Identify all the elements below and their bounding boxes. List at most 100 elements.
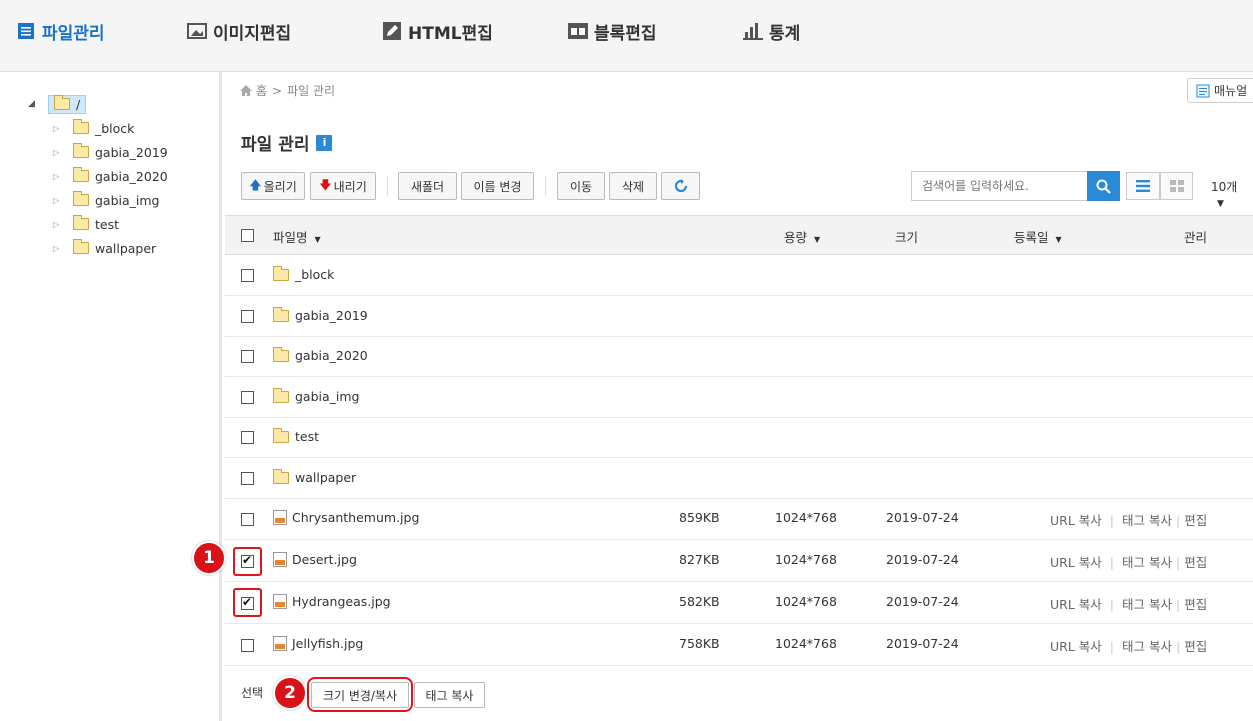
- per-page-select[interactable]: 10개 ▼: [1211, 178, 1253, 209]
- grid-view-button[interactable]: [1160, 172, 1193, 200]
- table-row[interactable]: gabia_2019: [225, 296, 1253, 337]
- upload-button[interactable]: 🡅 올리기: [241, 172, 305, 200]
- row-checkbox[interactable]: [241, 310, 254, 323]
- file-name-cell[interactable]: Desert.jpg: [273, 552, 357, 567]
- expand-icon[interactable]: ▷: [53, 220, 63, 229]
- edit-link[interactable]: 편집: [1184, 639, 1207, 654]
- expand-icon[interactable]: ▷: [53, 244, 63, 253]
- table-row[interactable]: Jellyfish.jpg 758KB 1024*768 2019-07-24 …: [225, 624, 1253, 666]
- tree-item[interactable]: ▷ wallpaper: [53, 237, 156, 259]
- file-name-cell[interactable]: Chrysanthemum.jpg: [273, 510, 419, 525]
- column-capacity-label: 용량: [784, 230, 808, 245]
- rename-button[interactable]: 이름 변경: [461, 172, 534, 200]
- file-date: 2019-07-24: [886, 510, 959, 525]
- column-name[interactable]: 파일명 ▼: [273, 227, 321, 246]
- column-name-label: 파일명: [273, 230, 308, 245]
- selection-label: 선택: [241, 686, 264, 700]
- table-row[interactable]: _block: [225, 255, 1253, 296]
- folder-name-cell[interactable]: wallpaper: [273, 468, 357, 485]
- new-folder-button[interactable]: 새폴더: [398, 172, 457, 200]
- row-checkbox[interactable]: [241, 513, 254, 526]
- table-header: 파일명 ▼ 용량 ▼ 크기 등록일 ▼ 관리: [225, 215, 1253, 255]
- url-copy-link[interactable]: URL 복사: [1050, 639, 1102, 654]
- jpg-file-icon: [273, 552, 287, 567]
- expand-icon[interactable]: ▷: [53, 148, 63, 157]
- nav-image-edit[interactable]: 이미지편집: [187, 18, 291, 44]
- url-copy-link[interactable]: URL 복사: [1050, 555, 1102, 570]
- folder-name-cell[interactable]: _block: [273, 265, 334, 282]
- expand-icon[interactable]: ▷: [53, 196, 63, 205]
- tree-item-label: wallpaper: [95, 240, 157, 256]
- file-name-cell[interactable]: Hydrangeas.jpg: [273, 594, 391, 609]
- table-row[interactable]: gabia_2020: [225, 336, 1253, 377]
- tree-root[interactable]: ◢ /: [28, 93, 87, 115]
- tree-item[interactable]: ▷ _block: [53, 117, 134, 139]
- file-name: Chrysanthemum.jpg: [292, 510, 420, 525]
- folder-icon: [73, 143, 89, 158]
- url-copy-link[interactable]: URL 복사: [1050, 513, 1102, 528]
- row-checkbox[interactable]: [241, 391, 254, 404]
- edit-link[interactable]: 편집: [1184, 513, 1207, 528]
- table-row[interactable]: test: [225, 417, 1253, 458]
- expand-icon[interactable]: ▷: [53, 172, 63, 181]
- expand-icon[interactable]: ▷: [53, 124, 63, 133]
- manual-button[interactable]: 매뉴얼: [1187, 78, 1253, 103]
- nav-statistics[interactable]: 통계: [743, 18, 800, 44]
- table-row[interactable]: Chrysanthemum.jpg 859KB 1024*768 2019-07…: [225, 498, 1253, 540]
- row-checkbox[interactable]: [241, 350, 254, 363]
- page-title: 파일 관리 i: [241, 130, 333, 155]
- row-checkbox[interactable]: [241, 472, 254, 485]
- folder-name-cell[interactable]: gabia_2020: [273, 346, 368, 363]
- download-button[interactable]: 🡇 내리기: [310, 172, 376, 200]
- url-copy-link[interactable]: URL 복사: [1050, 597, 1102, 612]
- select-all-checkbox[interactable]: [241, 229, 254, 242]
- breadcrumb-home[interactable]: 홈: [256, 82, 267, 99]
- nav-file-manager[interactable]: 파일관리: [16, 18, 105, 44]
- delete-button[interactable]: 삭제: [609, 172, 657, 200]
- table-row[interactable]: Desert.jpg 827KB 1024*768 2019-07-24 URL…: [225, 540, 1253, 582]
- collapse-icon[interactable]: ◢: [28, 99, 38, 109]
- tree-item[interactable]: ▷ gabia_2020: [53, 165, 168, 187]
- folder-name: wallpaper: [295, 470, 357, 485]
- move-button[interactable]: 이동: [557, 172, 605, 200]
- table-row[interactable]: gabia_img: [225, 377, 1253, 418]
- folder-name-cell[interactable]: gabia_2019: [273, 306, 368, 323]
- refresh-button[interactable]: [661, 172, 700, 200]
- tag-copy-link[interactable]: 태그 복사: [1122, 597, 1172, 612]
- arrow-up-icon: 🡅: [249, 177, 262, 192]
- folder-name: test: [295, 429, 320, 444]
- row-checkbox[interactable]: [241, 269, 254, 282]
- file-date: 2019-07-24: [886, 552, 959, 567]
- search-button[interactable]: [1087, 171, 1120, 201]
- tree-item[interactable]: ▷ gabia_2019: [53, 141, 168, 163]
- home-icon[interactable]: [240, 85, 252, 96]
- tag-copy-link[interactable]: 태그 복사: [1122, 639, 1172, 654]
- list-view-button[interactable]: [1126, 172, 1160, 200]
- column-manage: 관리: [1184, 230, 1208, 245]
- column-date[interactable]: 등록일 ▼: [1014, 227, 1062, 246]
- folder-name-cell[interactable]: gabia_img: [273, 387, 360, 404]
- file-capacity: 827KB: [679, 552, 720, 567]
- tree-item[interactable]: ▷ test: [53, 213, 119, 235]
- search-input[interactable]: [911, 171, 1088, 201]
- file-date: 2019-07-24: [886, 636, 959, 651]
- tag-copy-link[interactable]: 태그 복사: [1122, 513, 1172, 528]
- tag-copy-link[interactable]: 태그 복사: [1122, 555, 1172, 570]
- folder-name-cell[interactable]: test: [273, 427, 320, 444]
- table-row[interactable]: wallpaper: [225, 458, 1253, 499]
- nav-block-edit[interactable]: 블록편집: [568, 18, 657, 44]
- tree-item[interactable]: ▷ gabia_img: [53, 189, 160, 211]
- column-capacity[interactable]: 용량 ▼: [784, 227, 820, 246]
- tag-copy-button[interactable]: 태그 복사: [414, 682, 485, 708]
- edit-link[interactable]: 편집: [1184, 555, 1207, 570]
- row-checkbox[interactable]: [241, 431, 254, 444]
- row-checkbox[interactable]: [241, 639, 254, 652]
- breadcrumb-current: 파일 관리: [287, 84, 336, 98]
- file-name: Hydrangeas.jpg: [292, 594, 391, 609]
- nav-html-edit[interactable]: HTML편집: [382, 18, 493, 44]
- info-icon[interactable]: i: [316, 134, 333, 151]
- edit-link[interactable]: 편집: [1184, 597, 1207, 612]
- file-name-cell[interactable]: Jellyfish.jpg: [273, 636, 363, 651]
- arrow-down-icon: 🡇: [319, 177, 332, 192]
- table-row[interactable]: Hydrangeas.jpg 582KB 1024*768 2019-07-24…: [225, 582, 1253, 624]
